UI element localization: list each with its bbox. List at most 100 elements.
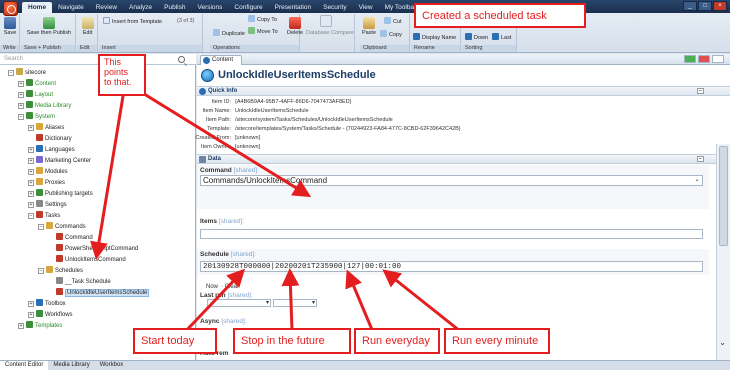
- tree-node[interactable]: + Media Library: [18, 101, 71, 110]
- ribbon-tab-configure[interactable]: Configure: [228, 2, 268, 13]
- tree-node[interactable]: − System: [18, 112, 55, 121]
- collapse-icon[interactable]: −: [697, 88, 704, 94]
- tree-node[interactable]: + Marketing Center: [28, 156, 91, 165]
- collapse-icon[interactable]: −: [38, 224, 44, 230]
- bottom-tab-workbox[interactable]: Workbox: [95, 361, 129, 370]
- cut-button[interactable]: Cut: [384, 17, 402, 25]
- schedule-input[interactable]: 20130928T000000|20200201T235900|127|00:0…: [200, 261, 703, 272]
- expand-icon[interactable]: +: [28, 169, 34, 175]
- expand-icon[interactable]: +: [18, 92, 24, 98]
- duplicate-icon: [213, 29, 220, 36]
- expand-icon[interactable]: +: [28, 158, 34, 164]
- database-compare-button[interactable]: Database Compare: [306, 29, 354, 37]
- tree-node[interactable]: − Commands: [38, 222, 86, 231]
- tab-content[interactable]: Content: [200, 55, 243, 65]
- clear-link[interactable]: · Clear: [221, 284, 239, 290]
- expand-icon[interactable]: +: [18, 81, 24, 87]
- command-select[interactable]: Commands/UnlockItemsCommand ⌄: [200, 175, 703, 186]
- ribbon-tab-analyze[interactable]: Analyze: [123, 2, 158, 13]
- tree-node[interactable]: + Aliases: [28, 123, 64, 132]
- tree-node[interactable]: + Workflows: [28, 310, 73, 319]
- navigate-icon[interactable]: [684, 55, 696, 63]
- content-editor: Content UnlockIdleUserItemsSchedule Quic…: [196, 54, 730, 360]
- tree-node[interactable]: + Layout: [18, 90, 53, 99]
- data-section[interactable]: Data −: [197, 154, 730, 164]
- run-every-minute-callout: Run every minute: [444, 328, 550, 354]
- last-run-time-select[interactable]: [273, 299, 317, 307]
- tree-item-icon: [26, 112, 33, 119]
- collapse-icon[interactable]: −: [38, 268, 44, 274]
- copy-to-button[interactable]: Copy To: [248, 15, 277, 23]
- tree-node[interactable]: − Tasks: [28, 211, 60, 220]
- options-icon[interactable]: [698, 55, 710, 63]
- expand-icon[interactable]: +: [18, 323, 24, 329]
- compare-icon-button[interactable]: [318, 15, 334, 28]
- tree-node[interactable]: + Modules: [28, 167, 68, 176]
- save-then-publish-button[interactable]: Save then Publish: [23, 17, 75, 36]
- content-scrollbar[interactable]: [716, 144, 730, 360]
- duplicate-button[interactable]: Duplicate: [213, 29, 245, 37]
- bottom-tab-content-editor[interactable]: Content Editor: [0, 361, 49, 370]
- tree-node[interactable]: UnlockItemsCommand: [48, 255, 126, 264]
- tree-node[interactable]: + Content: [18, 79, 56, 88]
- tree-node[interactable]: + Toolbox: [28, 299, 66, 308]
- quick-info-row: Item Name: UnlockIdleUserItemsSchedule: [197, 107, 517, 116]
- edit-button[interactable]: Edit: [79, 17, 96, 36]
- quick-info-section[interactable]: Quick Info −: [197, 86, 730, 96]
- tree-node[interactable]: Command: [48, 233, 93, 242]
- now-link[interactable]: Now: [206, 284, 218, 290]
- ribbon-tab-presentation[interactable]: Presentation: [269, 2, 318, 13]
- tree-node[interactable]: __Task Schedule: [48, 277, 111, 286]
- items-input[interactable]: [200, 229, 703, 239]
- expand-icon[interactable]: +: [28, 301, 34, 307]
- expand-icon[interactable]: +: [28, 180, 34, 186]
- last-run-date-select[interactable]: [207, 299, 271, 307]
- expand-icon[interactable]: +: [28, 147, 34, 153]
- close-icon[interactable]: ×: [713, 1, 727, 11]
- ribbon-tab-versions[interactable]: Versions: [191, 2, 228, 13]
- collapse-icon[interactable]: −: [697, 156, 704, 162]
- search-icon[interactable]: [178, 56, 185, 63]
- minimize-icon[interactable]: _: [683, 1, 697, 11]
- ribbon-tab-review[interactable]: Review: [90, 2, 123, 13]
- maximize-icon[interactable]: □: [698, 1, 712, 11]
- ribbon-tab-home[interactable]: Home: [22, 2, 53, 13]
- collapse-icon[interactable]: −: [18, 114, 24, 120]
- scroll-down-icon[interactable]: ⌄: [719, 338, 726, 347]
- move-to-button[interactable]: Move To: [248, 27, 278, 35]
- tree-node-label: sitecore: [25, 70, 47, 76]
- display-name-button[interactable]: Display Name: [413, 33, 456, 41]
- tree-node[interactable]: + Settings: [28, 200, 67, 209]
- ribbon-tab-view[interactable]: View: [353, 2, 379, 13]
- expand-icon[interactable]: +: [28, 191, 34, 197]
- tree-node[interactable]: + Publishing targets: [28, 189, 93, 198]
- tree-node[interactable]: − Schedules: [38, 266, 83, 275]
- ribbon-tab-navigate[interactable]: Navigate: [52, 2, 90, 13]
- ribbon-tab-security[interactable]: Security: [317, 2, 352, 13]
- tree-node[interactable]: + Languages: [28, 145, 75, 154]
- tree-node[interactable]: PowerShellScriptCommand: [48, 244, 138, 253]
- collapse-icon[interactable]: −: [28, 213, 34, 219]
- quick-info-value: [unknown]: [235, 135, 261, 141]
- collapse-icon[interactable]: −: [8, 70, 14, 76]
- tree-node[interactable]: Dictionary: [28, 134, 72, 143]
- ribbon-tab-publish[interactable]: Publish: [158, 2, 191, 13]
- tree-node[interactable]: + Proxies: [28, 178, 65, 187]
- bottom-tab-media-library[interactable]: Media Library: [48, 361, 94, 370]
- copy-button[interactable]: Copy: [380, 30, 402, 38]
- save-button[interactable]: Save: [2, 17, 18, 36]
- tree-node[interactable]: − sitecore: [8, 68, 46, 77]
- down-button[interactable]: Down: [465, 33, 488, 41]
- tree-node[interactable]: UnlockIdleUserItemsSchedule: [48, 288, 150, 297]
- expand-icon[interactable]: +: [28, 202, 34, 208]
- paste-button[interactable]: Paste: [361, 17, 377, 36]
- expand-icon[interactable]: +: [28, 125, 34, 131]
- last-button[interactable]: Last: [492, 33, 511, 41]
- tree-node[interactable]: + Templates: [18, 321, 62, 330]
- expand-icon[interactable]: +: [18, 103, 24, 109]
- expand-icon[interactable]: +: [28, 312, 34, 318]
- scrollbar-thumb[interactable]: [719, 146, 728, 246]
- layout-icon[interactable]: [712, 55, 724, 63]
- insert-from-template-button[interactable]: Insert from Template: [103, 17, 162, 25]
- tree-node-label: Layout: [35, 92, 54, 98]
